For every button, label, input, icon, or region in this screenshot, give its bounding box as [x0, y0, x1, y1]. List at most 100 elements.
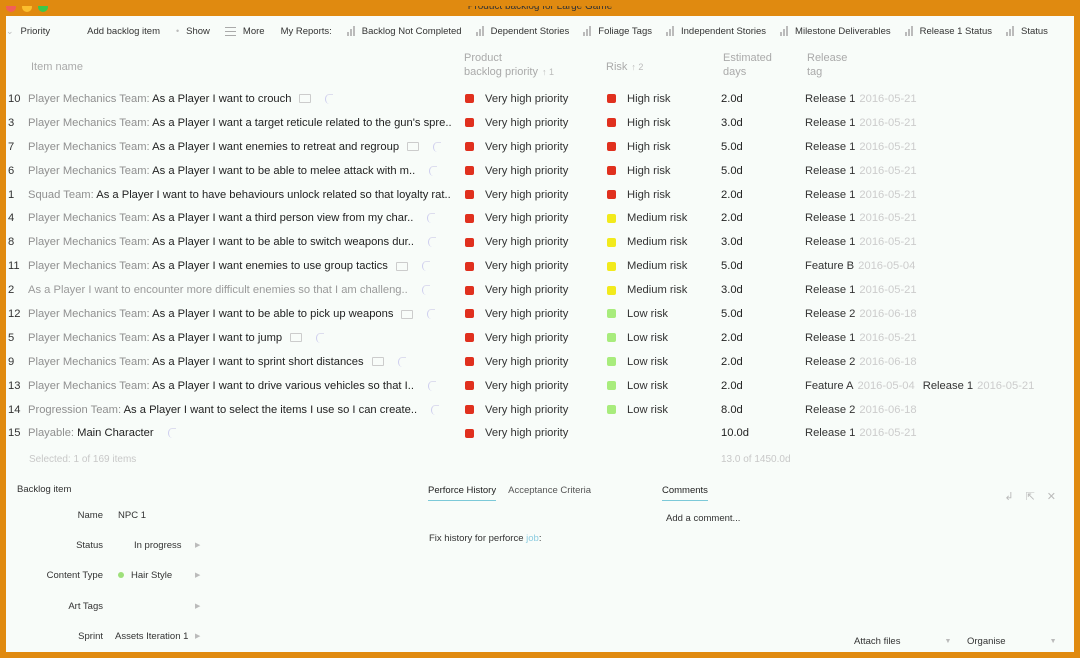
report-foliage-tags[interactable]: Foliage Tags	[583, 26, 652, 37]
add-comment-input[interactable]: Add a comment...	[666, 513, 740, 524]
perforce-job-link[interactable]: job	[526, 533, 539, 544]
item-name[interactable]: Player Mechanics Team: As a Player I wan…	[28, 212, 458, 224]
risk-cell[interactable]: Low risk	[607, 380, 668, 392]
release-tag-cell[interactable]: Release 1 2016-05-21	[805, 332, 917, 344]
item-name[interactable]: As a Player I want to encounter more dif…	[28, 284, 458, 296]
risk-cell[interactable]: High risk	[607, 141, 671, 153]
risk-cell[interactable]: Medium risk	[607, 260, 687, 272]
release-tag-cell[interactable]: Release 1 2016-05-21	[805, 117, 917, 129]
release-tag-cell[interactable]: Release 1 2016-05-21	[805, 284, 917, 296]
table-row[interactable]: 10 Player Mechanics Team: As a Player I w…	[6, 87, 1074, 111]
table-row[interactable]: 14 Progression Team: As a Player I want t…	[6, 398, 1074, 422]
comment-icon[interactable]	[395, 261, 408, 271]
item-name[interactable]: Player Mechanics Team: As a Player I wan…	[28, 308, 458, 320]
attach-files-button[interactable]: Attach files ▼	[854, 636, 951, 647]
tab-acceptance-criteria[interactable]: Acceptance Criteria	[508, 485, 591, 501]
link-icon[interactable]	[433, 141, 442, 152]
organise-button[interactable]: Organise ▼	[967, 636, 1057, 647]
risk-cell[interactable]: High risk	[607, 117, 671, 129]
field-status[interactable]: Status In progress ▶	[6, 537, 206, 553]
report-dependent-stories[interactable]: Dependent Stories	[475, 26, 569, 37]
dock-icon[interactable]: ↲	[1004, 490, 1013, 503]
release-tag-cell[interactable]: Release 1 2016-05-21	[805, 212, 917, 224]
report-milestone-deliverables[interactable]: Milestone Deliverables	[780, 26, 891, 37]
item-name[interactable]: Progression Team: As a Player I want to …	[28, 404, 458, 416]
report-status[interactable]: Status	[1005, 26, 1048, 37]
field-value[interactable]: NPC 1	[118, 510, 146, 521]
comment-icon[interactable]	[401, 309, 414, 319]
release-tag-cell[interactable]: Release 1 2016-05-21	[805, 236, 917, 248]
release-tag-cell[interactable]: Release 1 2016-05-21	[805, 93, 917, 105]
comment-icon[interactable]	[290, 333, 303, 343]
item-name[interactable]: Playable: Main Character	[28, 427, 458, 439]
column-estimated-days[interactable]: Estimated days	[723, 51, 772, 79]
item-name[interactable]: Player Mechanics Team: As a Player I wan…	[28, 117, 458, 129]
field-name[interactable]: Name NPC 1	[6, 507, 206, 523]
item-name[interactable]: Player Mechanics Team: As a Player I wan…	[28, 141, 458, 153]
table-row[interactable]: 9 Player Mechanics Team: As a Player I wa…	[6, 350, 1074, 374]
field-sprint[interactable]: Sprint Assets Iteration 1 ▶	[6, 628, 206, 644]
report-backlog-not-completed[interactable]: Backlog Not Completed	[346, 26, 462, 37]
priority-cell[interactable]: Very high priority	[465, 404, 568, 416]
item-name[interactable]: Player Mechanics Team: As a Player I wan…	[28, 93, 458, 105]
risk-cell[interactable]: High risk	[607, 93, 671, 105]
priority-cell[interactable]: Very high priority	[465, 260, 568, 272]
priority-cell[interactable]: Very high priority	[465, 427, 568, 439]
link-icon[interactable]	[421, 285, 430, 296]
priority-cell[interactable]: Very high priority	[465, 380, 568, 392]
link-icon[interactable]	[397, 356, 406, 367]
table-row[interactable]: 1 Squad Team: As a Player I want to have …	[6, 183, 1074, 207]
priority-cell[interactable]: Very high priority	[465, 284, 568, 296]
risk-cell[interactable]: Medium risk	[607, 236, 687, 248]
column-risk[interactable]: Risk ↑ 2	[606, 60, 643, 74]
item-name[interactable]: Player Mechanics Team: As a Player I wan…	[28, 236, 458, 248]
table-row[interactable]: 11 Player Mechanics Team: As a Player I w…	[6, 254, 1074, 278]
priority-cell[interactable]: Very high priority	[465, 356, 568, 368]
chevron-right-icon[interactable]: ▶	[195, 541, 200, 549]
item-name[interactable]: Player Mechanics Team: As a Player I wan…	[28, 260, 458, 272]
priority-cell[interactable]: Very high priority	[465, 332, 568, 344]
link-icon[interactable]	[431, 404, 440, 415]
item-name[interactable]: Player Mechanics Team: As a Player I wan…	[28, 356, 458, 368]
priority-cell[interactable]: Very high priority	[465, 165, 568, 177]
priority-button[interactable]: ⌄ Priority	[6, 26, 50, 37]
report-independent-stories[interactable]: Independent Stories	[666, 26, 766, 37]
field-value[interactable]: Assets Iteration 1	[115, 631, 188, 642]
risk-cell[interactable]: Low risk	[607, 356, 668, 368]
link-icon[interactable]	[427, 213, 436, 224]
close-icon[interactable]: ✕	[1047, 490, 1056, 503]
chevron-right-icon[interactable]: ▶	[195, 571, 200, 579]
comment-icon[interactable]	[407, 142, 420, 152]
release-tag-cell[interactable]: Release 1 2016-05-21	[805, 141, 917, 153]
table-row[interactable]: 7 Player Mechanics Team: As a Player I wa…	[6, 135, 1074, 159]
release-tag-cell[interactable]: Release 2 2016-06-18	[805, 356, 917, 368]
link-icon[interactable]	[316, 332, 325, 343]
table-row[interactable]: 3 Player Mechanics Team: As a Player I wa…	[6, 111, 1074, 135]
table-row[interactable]: 5 Player Mechanics Team: As a Player I wa…	[6, 326, 1074, 350]
link-icon[interactable]	[429, 165, 438, 176]
risk-cell[interactable]: Low risk	[607, 308, 668, 320]
table-row[interactable]: 15 Playable: Main Character Very high prio…	[6, 421, 1074, 445]
item-name[interactable]: Player Mechanics Team: As a Player I wan…	[28, 332, 458, 344]
field-value[interactable]: In progress	[118, 540, 182, 551]
risk-cell[interactable]: High risk	[607, 189, 671, 201]
risk-cell[interactable]: Medium risk	[607, 212, 687, 224]
table-row[interactable]: 2 As a Player I want to encounter more di…	[6, 278, 1074, 302]
comment-icon[interactable]	[299, 94, 312, 104]
report-release-1-status[interactable]: Release 1 Status	[904, 26, 992, 37]
priority-cell[interactable]: Very high priority	[465, 308, 568, 320]
field-value[interactable]: Hair Style	[118, 570, 172, 581]
column-release-tag[interactable]: Release tag	[807, 51, 847, 79]
release-tag-cell[interactable]: Release 2 2016-06-18	[805, 308, 917, 320]
risk-cell[interactable]: High risk	[607, 165, 671, 177]
priority-cell[interactable]: Very high priority	[465, 141, 568, 153]
priority-cell[interactable]: Very high priority	[465, 189, 568, 201]
item-name[interactable]: Player Mechanics Team: As a Player I wan…	[28, 165, 458, 177]
risk-cell[interactable]: Low risk	[607, 404, 668, 416]
table-row[interactable]: 12 Player Mechanics Team: As a Player I w…	[6, 302, 1074, 326]
field-art-tags[interactable]: Art Tags ▶	[6, 598, 206, 614]
release-tag-cell[interactable]: Feature A 2016-05-04 Release 1 2016-05-21	[805, 380, 1034, 392]
add-backlog-item-button[interactable]: Add backlog item	[87, 26, 160, 37]
table-row[interactable]: 6 Player Mechanics Team: As a Player I wa…	[6, 159, 1074, 183]
item-name[interactable]: Player Mechanics Team: As a Player I wan…	[28, 380, 458, 392]
